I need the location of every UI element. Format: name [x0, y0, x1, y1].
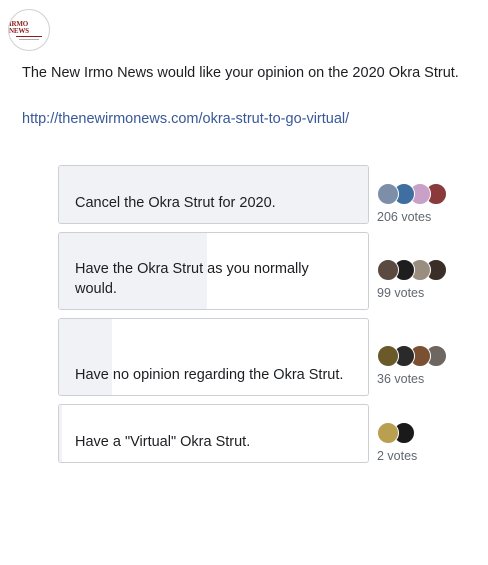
logo-text: IRMO NEWS	[9, 19, 29, 35]
poll-option-label: Have a "Virtual" Okra Strut.	[75, 434, 251, 450]
voter-avatars[interactable]	[377, 183, 447, 205]
vote-count[interactable]: 99 votes	[377, 286, 424, 300]
poll-option-label: Have no opinion regarding the Okra Strut…	[75, 367, 344, 383]
poll-option-label: Have the Okra Strut as you normally woul…	[75, 261, 309, 297]
voter-avatar[interactable]	[377, 183, 399, 205]
poll-option-virtual[interactable]: Have a "Virtual" Okra Strut.	[58, 404, 369, 463]
voter-avatar[interactable]	[377, 259, 399, 281]
voter-avatars[interactable]	[377, 422, 415, 444]
logo-mark: IRMO NEWS	[9, 19, 49, 40]
page-logo[interactable]: IRMO NEWS	[8, 9, 50, 51]
voter-avatar[interactable]	[377, 422, 399, 444]
poll-option-no-opinion[interactable]: Have no opinion regarding the Okra Strut…	[58, 318, 369, 396]
logo-rule	[16, 35, 42, 37]
voter-avatars[interactable]	[377, 345, 447, 367]
vote-count[interactable]: 206 votes	[377, 210, 431, 224]
poll-option-normal[interactable]: Have the Okra Strut as you normally woul…	[58, 232, 369, 310]
poll-option-cancel[interactable]: Cancel the Okra Strut for 2020.	[58, 165, 369, 224]
poll-option-fill	[59, 405, 63, 462]
vote-count[interactable]: 36 votes	[377, 372, 424, 386]
vote-count[interactable]: 2 votes	[377, 449, 417, 463]
logo-subline	[19, 38, 39, 40]
voter-avatar[interactable]	[377, 345, 399, 367]
post-text: The New Irmo News would like your opinio…	[22, 65, 459, 81]
poll-option-label: Cancel the Okra Strut for 2020.	[75, 195, 276, 211]
post-link[interactable]: http://thenewirmonews.com/okra-strut-to-…	[22, 111, 349, 127]
voter-avatars[interactable]	[377, 259, 447, 281]
